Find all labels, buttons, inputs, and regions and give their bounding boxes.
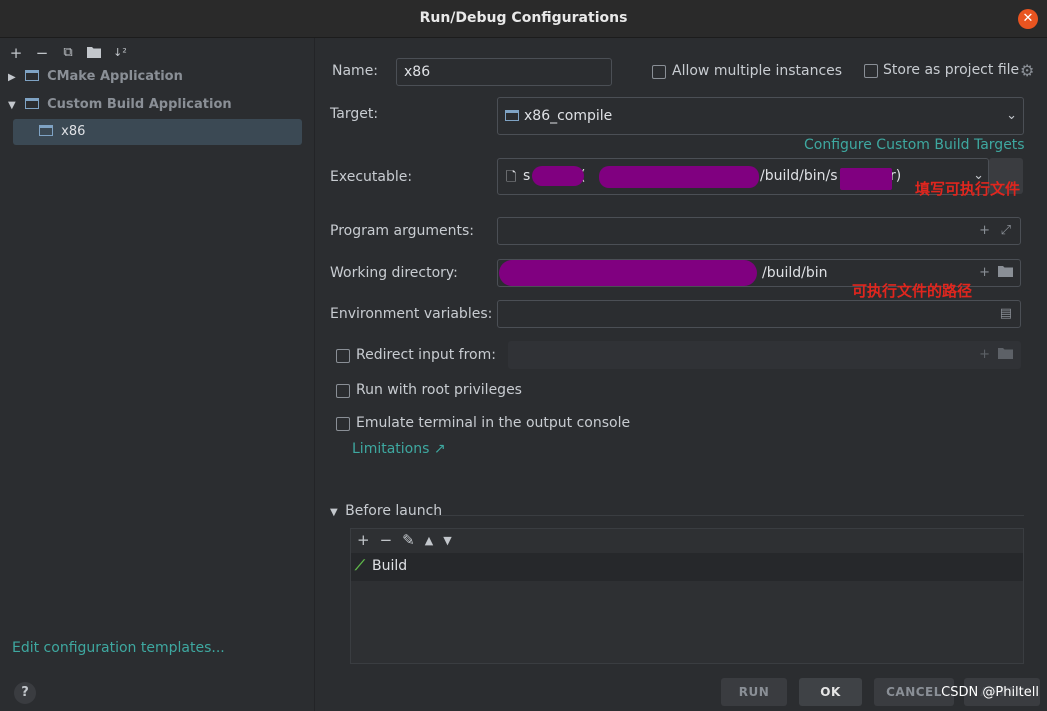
executable-label: Executable: [330,169,413,185]
folder-icon [998,347,1013,363]
tree-item-x86[interactable]: x86 [13,119,302,145]
gear-icon[interactable]: ⚙ [1020,61,1034,80]
name-label: Name: [332,63,379,79]
plus-icon: + [979,347,990,362]
root-privileges-checkbox[interactable] [336,384,350,398]
tree-item-label: x86 [61,124,86,139]
tree-group-label: Custom Build Application [47,97,232,112]
before-launch-task-row[interactable]: ⟋ Build [351,553,1023,581]
store-project-label: Store as project file [883,62,1020,78]
name-field[interactable]: x86 [396,58,612,86]
chevron-down-icon: ⌄ [1006,108,1017,123]
working-dir-annotation: 可执行文件的路径 [852,282,973,300]
store-project-checkbox[interactable] [864,64,878,78]
remove-icon[interactable]: − [380,531,393,551]
sidebar: + − ⧉ ↓² ▶ CMake Application ▼ Custom Bu… [0,38,315,711]
tree-group-custom-build-application[interactable]: ▼ Custom Build Application [8,92,232,118]
before-launch-task-label: Build [372,558,408,574]
before-launch-toolbar: + − ✎ ▲ ▼ [357,531,452,551]
redirect-input-label: Redirect input from: [356,347,496,363]
build-icon: ⟋ [355,558,365,574]
redirect-input-checkbox[interactable] [336,349,350,363]
sort-icon[interactable]: ↓² [110,43,130,63]
redaction-mark [840,168,892,190]
name-value: x86 [404,64,431,80]
divider [436,515,1024,516]
help-icon[interactable]: ? [14,682,36,704]
ok-button[interactable]: OK [799,678,862,706]
configure-targets-link[interactable]: Configure Custom Build Targets [804,137,1025,153]
redaction-mark [499,260,757,286]
move-up-icon[interactable]: ▲ [425,531,433,551]
chevron-down-icon: ▼ [330,507,338,518]
executable-part-1: s [523,168,531,184]
before-launch-label: Before launch [345,503,443,519]
config-icon [505,110,519,121]
file-icon: 🗋 [506,170,517,185]
title-bar: Run/Debug Configurations ✕ [0,0,1047,38]
program-args-label: Program arguments: [330,223,474,239]
chevron-down-icon[interactable]: ▼ [8,93,20,119]
add-icon[interactable]: + [357,531,370,551]
before-launch-panel: + − ✎ ▲ ▼ ⟋ Build [350,528,1024,664]
add-icon[interactable]: + [6,43,26,63]
allow-multiple-label: Allow multiple instances [672,63,843,79]
folder-add-icon[interactable] [84,43,104,63]
expand-icon[interactable]: ⤢ [1001,223,1011,238]
working-dir-label: Working directory: [330,265,458,281]
close-icon[interactable]: ✕ [1018,9,1038,29]
config-icon [24,70,39,81]
move-down-icon[interactable]: ▼ [443,531,451,551]
executable-annotation: 填写可执行文件 [915,180,1021,198]
remove-icon[interactable]: − [32,43,52,63]
config-icon [24,98,39,109]
env-vars-label: Environment variables: [330,306,493,322]
env-vars-field[interactable]: ▤ [497,300,1021,328]
config-form: Name: x86 Allow multiple instances Store… [316,38,1047,673]
sidebar-toolbar: + − ⧉ ↓² [6,42,130,64]
plus-icon[interactable]: + [979,265,990,280]
chevron-right-icon[interactable]: ▶ [8,65,20,91]
root-privileges-label: Run with root privileges [356,382,522,398]
target-label: Target: [330,106,379,122]
target-value: x86_compile [524,108,613,124]
copy-icon[interactable]: ⧉ [58,43,78,63]
before-launch-toggle[interactable]: ▼ Before launch [330,503,442,519]
redaction-mark [599,166,759,188]
window-title: Run/Debug Configurations [419,10,628,26]
redirect-input-field: + [508,341,1021,369]
working-dir-value: /build/bin [762,265,828,281]
run-button[interactable]: RUN [721,678,787,706]
folder-icon[interactable] [998,265,1013,281]
target-select[interactable]: x86_compile ⌄ [497,97,1024,135]
emulate-terminal-checkbox[interactable] [336,417,350,431]
emulate-terminal-label: Emulate terminal in the output console [356,415,631,431]
document-icon[interactable]: ▤ [1000,306,1012,321]
tree-group-label: CMake Application [47,69,183,84]
redaction-mark [532,166,584,186]
bottom-bar: ? RUN OK CANCEL APPLY CSDN @Philtell [0,673,1047,711]
plus-icon[interactable]: + [979,223,990,238]
config-icon [39,125,53,136]
edit-icon[interactable]: ✎ [402,531,415,551]
program-args-field[interactable]: + ⤢ [497,217,1021,245]
edit-templates-link[interactable]: Edit configuration templates... [12,640,225,656]
tree-group-cmake-application[interactable]: ▶ CMake Application [8,64,183,90]
executable-part-3: /build/bin/s [760,168,838,184]
allow-multiple-checkbox[interactable] [652,65,666,79]
limitations-link[interactable]: Limitations ↗ [352,441,446,457]
watermark: CSDN @Philtell [941,685,1039,700]
